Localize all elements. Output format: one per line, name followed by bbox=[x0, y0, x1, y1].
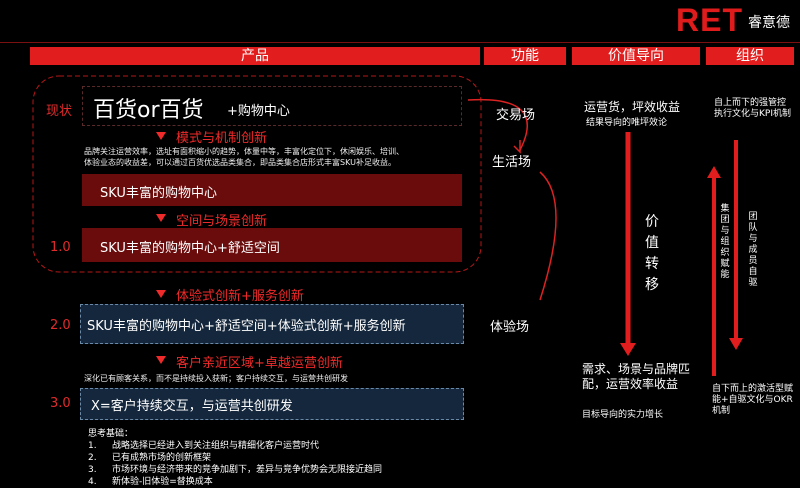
thinking-item-num: 4. bbox=[88, 477, 97, 487]
org-col-1-char: 团 bbox=[720, 215, 730, 225]
row-4: X=客户持续交互，与运营共创研发 bbox=[80, 388, 464, 420]
thinking-title: 思考基础： bbox=[88, 429, 134, 439]
row-2-label: SKU丰富的购物中心+舒适空间 bbox=[100, 241, 280, 256]
row-4-label: X=客户持续交互，与运营共创研发 bbox=[91, 399, 293, 414]
org-bottom: 自下而上的激活型赋能+自驱文化与OKR机制 bbox=[712, 384, 794, 416]
row-1: SKU丰富的购物中心 bbox=[82, 174, 462, 206]
thinking-item-text: 新体验-旧体验=替换成本 bbox=[112, 477, 213, 487]
org-col-2-char: 团 bbox=[748, 212, 758, 222]
org-col-2-char: 与 bbox=[748, 234, 758, 244]
org-col-1-char: 组 bbox=[720, 237, 730, 247]
step-a-arrow bbox=[156, 132, 166, 140]
org-col-1-char: 与 bbox=[720, 226, 730, 236]
thinking-item: 4. 新体验-旧体验=替换成本 bbox=[88, 476, 382, 488]
value-bottom: 需求、场景与品牌匹配，运营效率收益 bbox=[582, 362, 691, 391]
value-middle-char: 转 bbox=[645, 256, 659, 272]
value-top-sub: 结果导向的唯坪效论 bbox=[586, 118, 668, 128]
thinking-item-text: 市场环境与经济带来的竞争加剧下，差异与竞争优势会无限接近趋同 bbox=[112, 465, 383, 475]
org-col-2-char: 成 bbox=[748, 245, 758, 255]
thinking-item-num: 2. bbox=[88, 453, 97, 463]
org-arrow-head bbox=[729, 338, 743, 350]
thinking-item-text: 已有成熟市场的创新框架 bbox=[112, 453, 212, 463]
row-3-label: SKU丰富的购物中心+舒适空间+体验式创新+服务创新 bbox=[87, 319, 406, 334]
note-1-line-2: 体验业态的收益差，可以通过百货优选品类集合，即品类集合店形式丰富SKU补足收益。 bbox=[84, 158, 396, 167]
stage-2: 2.0 bbox=[50, 318, 71, 333]
step-d-label: 客户亲近区域+卓越运营创新 bbox=[176, 356, 343, 371]
note-2: 深化已有顾客关系，而不是持续投入获新；客户持续交互，与运营共创研发 bbox=[84, 374, 348, 383]
value-arrow-head bbox=[620, 343, 636, 356]
function-trade: 交易场 bbox=[496, 108, 536, 123]
row-2: SKU丰富的购物中心+舒适空间 bbox=[82, 228, 462, 262]
note-1-line-1: 品牌关注运营效率，选址有面积缩小的趋势，体量中等，丰富化定位下，休闲娱乐、培训、 bbox=[84, 147, 404, 156]
stage-3: 3.0 bbox=[50, 396, 71, 411]
value-middle: 价 值 转 移 bbox=[644, 212, 660, 296]
step-b-label: 空间与场景创新 bbox=[176, 214, 268, 229]
arc-life-to-experience bbox=[539, 171, 557, 301]
step-c-label: 体验式创新+服务创新 bbox=[176, 289, 304, 304]
value-bottom-sub: 目标导向的实力增长 bbox=[582, 410, 664, 420]
step-d-arrow bbox=[156, 356, 166, 364]
value-middle-char: 价 bbox=[645, 214, 659, 230]
org-col-2: 团 队 与 成 员 自 驱 bbox=[748, 212, 758, 289]
org-col-2-char: 驱 bbox=[748, 278, 758, 288]
thinking-section: 思考基础： 1. 战略选择已经进入到关注组织与精细化客户运营时代 2. 已有成熟市场… bbox=[88, 428, 382, 488]
row-3: SKU丰富的购物中心+舒适空间+体验式创新+服务创新 bbox=[80, 304, 464, 344]
thinking-item: 1. 战略选择已经进入到关注组织与精细化客户运营时代 bbox=[88, 440, 382, 452]
org-col-2-char: 自 bbox=[748, 267, 758, 277]
value-middle-char: 值 bbox=[645, 235, 659, 251]
thinking-item-num: 3. bbox=[88, 465, 97, 475]
row-current: 百货or百货 +购物中心 bbox=[82, 86, 462, 126]
stage-1: 1.0 bbox=[50, 240, 71, 255]
value-top: 运营货，坪效收益 bbox=[584, 100, 681, 114]
value-middle-char: 移 bbox=[645, 277, 659, 293]
function-experience: 体验场 bbox=[490, 320, 530, 335]
thinking-item: 3. 市场环境与经济带来的竞争加剧下，差异与竞争优势会无限接近趋同 bbox=[88, 464, 382, 476]
row-current-main: 百货or百货 bbox=[93, 98, 204, 123]
org-col-1-char: 织 bbox=[720, 248, 730, 258]
row-current-sub: +购物中心 bbox=[227, 104, 290, 119]
org-col-2-char: 队 bbox=[748, 223, 758, 233]
org-col-2-char: 员 bbox=[748, 256, 758, 266]
thinking-item: 2. 已有成熟市场的创新框架 bbox=[88, 452, 382, 464]
org-col-1-char: 赋 bbox=[720, 259, 730, 269]
org-col-1-char: 能 bbox=[720, 270, 730, 280]
step-a-label: 模式与机制创新 bbox=[176, 131, 268, 146]
row-1-label: SKU丰富的购物中心 bbox=[100, 186, 217, 201]
thinking-item-text: 战略选择已经进入到关注组织与精细化客户运营时代 bbox=[112, 441, 320, 451]
thinking-item-num: 1. bbox=[88, 441, 97, 451]
org-col-1-char: 集 bbox=[720, 204, 730, 214]
org-arrow-up-head bbox=[707, 166, 721, 178]
stage-current: 现状 bbox=[46, 104, 73, 119]
step-c-arrow bbox=[156, 290, 166, 298]
org-col-1: 集 团 与 组 织 赋 能 bbox=[720, 204, 730, 281]
org-top: 自上而下的强管控执行文化与KPI机制 bbox=[714, 98, 791, 119]
step-b-arrow bbox=[156, 214, 166, 222]
function-life: 生活场 bbox=[492, 155, 532, 170]
